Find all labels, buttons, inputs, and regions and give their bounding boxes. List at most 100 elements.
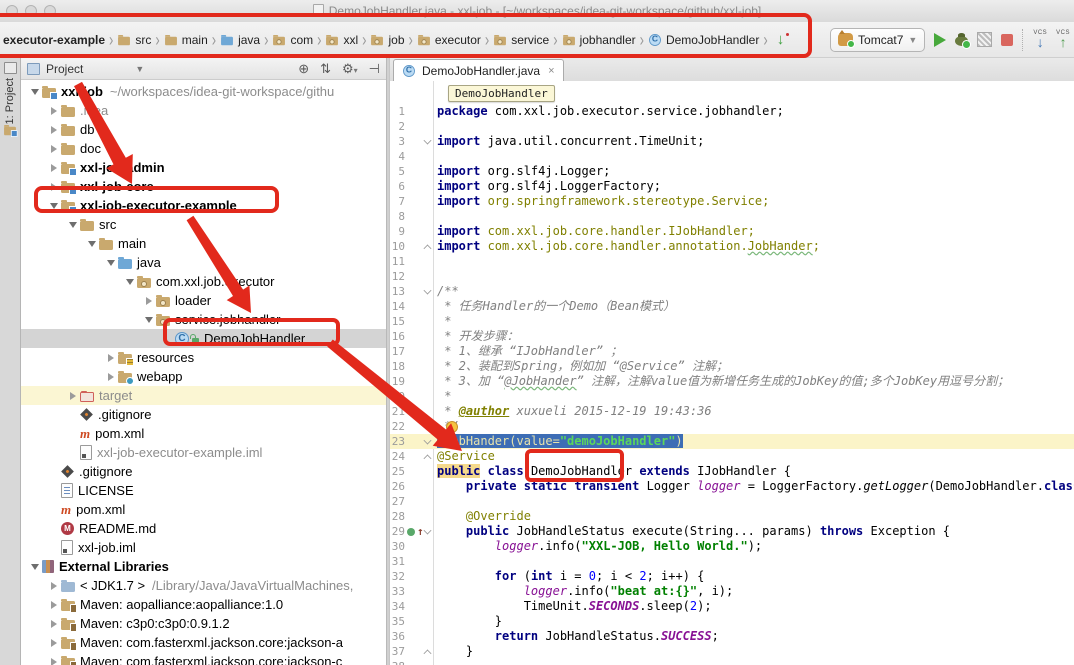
expand-arrow-icon[interactable] [46,107,61,115]
code-line-22[interactable]: 22 */ [390,419,1074,434]
coverage-button[interactable] [977,32,992,47]
code-line-38[interactable]: 38 [390,659,1074,665]
fold-marker-icon[interactable] [424,527,432,535]
tree-item-Maven: com.fasterxml.jackson.core:jackson-c[interactable]: Maven: com.fasterxml.jackson.core:jackso… [21,652,386,665]
expand-arrow-icon[interactable] [46,203,61,209]
close-tab-icon[interactable]: × [548,65,554,77]
expand-arrow-icon[interactable] [84,241,99,247]
expand-arrow-icon[interactable] [103,373,118,381]
tree-item-Maven: c3p0:c3p0:0.9.1.2[interactable]: Maven: c3p0:c3p0:0.9.1.2 [21,614,386,633]
code-line-3[interactable]: 3import java.util.concurrent.TimeUnit; [390,134,1074,149]
expand-arrow-icon[interactable] [46,145,61,153]
code-line-17[interactable]: 17 * 1、继承 “IJobHandler” ； [390,344,1074,359]
code-line-32[interactable]: 32 for (int i = 0; i < 2; i++) { [390,569,1074,584]
code-line-25[interactable]: 25public class DemoJobHandler extends IJ… [390,464,1074,479]
breadcrumb-item-executor[interactable]: executor [416,31,482,49]
code-line-18[interactable]: 18 * 2、装配到Spring，例如加 “@Service” 注解； [390,359,1074,374]
override-arrow-icon[interactable]: ↑ [417,524,424,539]
breadcrumb-item-jobhandler[interactable]: jobhandler [561,31,637,49]
project-view-dropdown[interactable]: ▼ [135,64,144,74]
tree-item-java[interactable]: java [21,253,386,272]
tree-item-src[interactable]: src [21,215,386,234]
breadcrumb-item-DemoJobHandler[interactable]: CDemoJobHandler [647,31,760,49]
expand-arrow-icon[interactable] [141,317,156,323]
breadcrumb-item-executor-example[interactable]: executor-example [2,31,106,49]
tree-item-xxl-job-core[interactable]: xxl-job-core [21,177,386,196]
tree-item-DemoJobHandler[interactable]: CDemoJobHandler [21,329,386,348]
tree-item-loader[interactable]: loader [21,291,386,310]
vcs-update-button[interactable]: VCS↓ [1033,30,1047,49]
intention-bulb-icon[interactable] [446,421,458,433]
breadcrumb-item-com[interactable]: com [271,31,314,49]
tree-item-pom.xml[interactable]: mpom.xml [21,424,386,443]
scroll-down-icon[interactable]: ↓ [777,31,785,48]
debug-button[interactable] [955,36,968,46]
breadcrumb-item-src[interactable]: src [116,31,152,49]
expand-arrow-icon[interactable] [141,297,156,305]
tree-item-Maven: aopalliance:aopalliance:1.0[interactable]: Maven: aopalliance:aopalliance:1.0 [21,595,386,614]
tree-item-db[interactable]: db [21,120,386,139]
code-line-36[interactable]: 36 return JobHandleStatus.SUCCESS; [390,629,1074,644]
implementing-method-icon[interactable] [407,528,415,536]
tree-item-xxl-job[interactable]: xxl-job~/workspaces/idea-git-workspace/g… [21,82,386,101]
tree-item-service.jobhandler[interactable]: service.jobhandler [21,310,386,329]
hide-panel-icon[interactable]: ⊣ [369,61,380,77]
code-line-8[interactable]: 8 [390,209,1074,224]
tree-item-README.md[interactable]: MREADME.md [21,519,386,538]
code-line-7[interactable]: 7import org.springframework.stereotype.S… [390,194,1074,209]
code-line-11[interactable]: 11 [390,254,1074,269]
expand-arrow-icon[interactable] [103,354,118,362]
code-line-12[interactable]: 12 [390,269,1074,284]
expand-arrow-icon[interactable] [46,658,61,665]
code-line-16[interactable]: 16 * 开发步骤： [390,329,1074,344]
expand-arrow-icon[interactable] [27,564,42,570]
fold-marker-icon[interactable] [424,137,432,145]
tree-item-main[interactable]: main [21,234,386,253]
tree-item-webapp[interactable]: webapp [21,367,386,386]
tree-item-xxl-job-executor-example.iml[interactable]: xxl-job-executor-example.iml [21,443,386,462]
code-line-33[interactable]: 33 logger.info("beat at:{}", i); [390,584,1074,599]
stop-button[interactable] [1001,34,1013,46]
tree-item-com.xxl.job.executor[interactable]: com.xxl.job.executor [21,272,386,291]
locate-icon[interactable]: ⊕ [298,61,309,77]
code-line-1[interactable]: 1package com.xxl.job.executor.service.jo… [390,104,1074,119]
tab-demojobhandler[interactable]: C DemoJobHandler.java × [393,59,564,81]
zoom-window-button[interactable] [44,5,56,17]
fold-marker-icon[interactable] [424,287,432,295]
tree-item-xxl-job.iml[interactable]: xxl-job.iml [21,538,386,557]
tree-item-pom.xml[interactable]: mpom.xml [21,500,386,519]
gear-icon[interactable]: ⚙▾ [342,61,358,77]
expand-arrow-icon[interactable] [46,582,61,590]
tree-item-LICENSE[interactable]: LICENSE [21,481,386,500]
tree-item-Maven: com.fasterxml.jackson.core:jackson-a[interactable]: Maven: com.fasterxml.jackson.core:jackso… [21,633,386,652]
breadcrumb-item-main[interactable]: main [163,31,209,49]
expand-arrow-icon[interactable] [46,164,61,172]
tree-item-doc[interactable]: doc [21,139,386,158]
expand-arrow-icon[interactable] [65,392,80,400]
expand-arrow-icon[interactable] [27,89,42,95]
breadcrumb-item-java[interactable]: java [219,31,261,49]
code-line-2[interactable]: 2 [390,119,1074,134]
expand-arrow-icon[interactable] [122,279,137,285]
expand-arrow-icon[interactable] [46,126,61,134]
tree-item-xxl-job-executor-example[interactable]: xxl-job-executor-example [21,196,386,215]
code-line-5[interactable]: 5import org.slf4j.Logger; [390,164,1074,179]
code-line-27[interactable]: 27 [390,494,1074,509]
tree-item-target[interactable]: target [21,386,386,405]
fold-marker-icon[interactable] [424,455,432,463]
run-button[interactable] [934,33,946,47]
code-line-9[interactable]: 9import com.xxl.job.core.handler.IJobHan… [390,224,1074,239]
tree-item-.idea[interactable]: .idea [21,101,386,120]
code-line-24[interactable]: 24@Service [390,449,1074,464]
tree-item-xxl-job-admin[interactable]: xxl-job-admin [21,158,386,177]
code-line-35[interactable]: 35 } [390,614,1074,629]
vcs-commit-button[interactable]: VCS↑ [1056,30,1070,49]
code-line-37[interactable]: 37 } [390,644,1074,659]
code-line-21[interactable]: 21 * @author xuxueli 2015-12-19 19:43:36 [390,404,1074,419]
code-line-23[interactable]: 23@JobHander(value="demoJobHandler") [390,434,1074,449]
fold-marker-icon[interactable] [424,245,432,253]
code-line-13[interactable]: 13/** [390,284,1074,299]
code-line-29[interactable]: 29↑ public JobHandleStatus execute(Strin… [390,524,1074,539]
minimize-window-button[interactable] [25,5,37,17]
expand-arrow-icon[interactable] [46,183,61,191]
